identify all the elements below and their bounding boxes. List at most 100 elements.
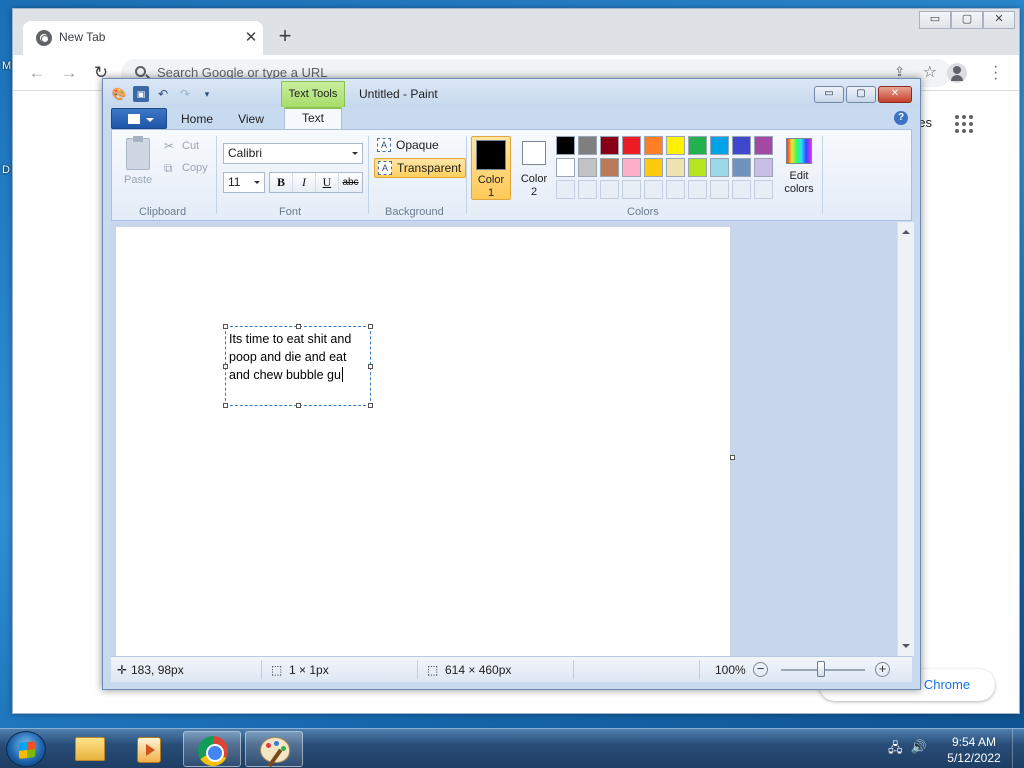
color-1-button[interactable]: Color 1	[471, 136, 511, 200]
vertical-scrollbar[interactable]	[897, 222, 914, 656]
ribbon-tabs: Home View Text ?	[111, 107, 912, 131]
color-2-number: 2	[530, 186, 538, 198]
opaque-option[interactable]: A Opaque	[374, 136, 439, 156]
zoom-in-button[interactable]: +	[875, 662, 890, 677]
text-box[interactable]: Its time to eat shit and poop and die an…	[223, 324, 373, 408]
palette-swatch-empty[interactable]	[666, 180, 685, 199]
taskbar-chrome[interactable]	[183, 731, 241, 767]
clock[interactable]: 9:54 AM 5/12/2022	[944, 734, 1004, 766]
save-icon[interactable]: ▣	[133, 86, 149, 102]
palette-swatch-empty[interactable]	[754, 180, 773, 199]
palette-swatch[interactable]	[710, 158, 729, 177]
cut-icon[interactable]: ✂	[164, 139, 174, 153]
resize-handle[interactable]	[223, 403, 228, 408]
bold-button[interactable]: B	[270, 173, 293, 192]
edit-colors-button[interactable]: Edit colors	[780, 138, 818, 196]
show-desktop-button[interactable]	[1012, 729, 1024, 768]
google-apps-icon[interactable]	[955, 115, 973, 133]
palette-swatch[interactable]	[666, 136, 685, 155]
color-2-button[interactable]: Color 2	[514, 136, 554, 200]
taskbar-paint[interactable]	[245, 731, 303, 767]
resize-handle[interactable]	[296, 324, 301, 329]
palette-swatch[interactable]	[622, 136, 641, 155]
cut-button[interactable]: Cut	[182, 140, 199, 152]
canvas-resize-handle[interactable]	[730, 455, 735, 460]
taskbar-media-player[interactable]	[120, 731, 178, 767]
font-family-select[interactable]: Calibri	[223, 143, 363, 164]
italic-button[interactable]: I	[293, 173, 316, 192]
palette-swatch[interactable]	[732, 136, 751, 155]
undo-icon[interactable]: ↶	[155, 86, 171, 102]
underline-button[interactable]: U	[316, 173, 339, 192]
drawing-canvas[interactable]: Its time to eat shit and poop and die an…	[116, 227, 730, 656]
palette-swatch[interactable]	[556, 136, 575, 155]
palette-swatch[interactable]	[732, 158, 751, 177]
transparent-option[interactable]: A Transparent	[374, 158, 467, 178]
palette-swatch-empty[interactable]	[622, 180, 641, 199]
resize-handle[interactable]	[223, 324, 228, 329]
start-button[interactable]	[6, 731, 46, 767]
profile-avatar-icon[interactable]	[947, 63, 967, 83]
maximize-button[interactable]: ▢	[951, 11, 983, 29]
tab-close-icon[interactable]: ✕	[239, 27, 263, 49]
palette-swatch-empty[interactable]	[556, 180, 575, 199]
palette-swatch[interactable]	[556, 158, 575, 177]
palette-swatch[interactable]	[688, 136, 707, 155]
strikethrough-button[interactable]: abc	[339, 173, 362, 192]
palette-swatch[interactable]	[622, 158, 641, 177]
scroll-down-icon[interactable]	[902, 644, 910, 652]
tab-text[interactable]: Text	[284, 107, 342, 131]
palette-swatch[interactable]	[644, 158, 663, 177]
palette-swatch[interactable]	[578, 158, 597, 177]
palette-swatch[interactable]	[600, 158, 619, 177]
palette-swatch-empty[interactable]	[578, 180, 597, 199]
chrome-menu-icon[interactable]: · · ·	[993, 59, 998, 87]
volume-icon[interactable]: 🔊	[911, 739, 927, 761]
forward-icon[interactable]: →	[57, 61, 81, 85]
font-size-select[interactable]: 11	[223, 172, 265, 193]
help-icon[interactable]: ?	[894, 111, 908, 125]
resize-handle[interactable]	[223, 364, 228, 369]
new-tab-button[interactable]: +	[271, 23, 299, 51]
palette-swatch[interactable]	[600, 136, 619, 155]
close-button[interactable]: ✕	[983, 11, 1015, 29]
palette-swatch[interactable]	[644, 136, 663, 155]
tab-home[interactable]: Home	[171, 110, 223, 130]
palette-swatch[interactable]	[688, 158, 707, 177]
background-group-label: Background	[385, 206, 444, 218]
maximize-button[interactable]: ▢	[846, 86, 876, 103]
palette-swatch[interactable]	[754, 158, 773, 177]
text-box-content[interactable]: Its time to eat shit and poop and die an…	[229, 330, 371, 384]
resize-handle[interactable]	[296, 403, 301, 408]
network-icon[interactable]: 🖧	[888, 739, 903, 761]
tab-view[interactable]: View	[225, 110, 277, 130]
palette-swatch[interactable]	[578, 136, 597, 155]
back-icon[interactable]: ←	[25, 61, 49, 85]
copy-icon[interactable]: ⧉	[164, 161, 173, 176]
palette-swatch-empty[interactable]	[732, 180, 751, 199]
palette-swatch-empty[interactable]	[710, 180, 729, 199]
tab-new-tab[interactable]: New Tab ✕	[23, 21, 263, 55]
resize-handle[interactable]	[368, 324, 373, 329]
resize-handle[interactable]	[368, 403, 373, 408]
bookmark-star-icon[interactable]: ☆	[923, 62, 937, 82]
paint-menu-button[interactable]	[111, 108, 167, 129]
minimize-button[interactable]: ▭	[814, 86, 844, 103]
palette-swatch[interactable]	[754, 136, 773, 155]
palette-swatch[interactable]	[710, 136, 729, 155]
palette-swatch-empty[interactable]	[688, 180, 707, 199]
minimize-button[interactable]: ▭	[919, 11, 951, 29]
taskbar-explorer[interactable]	[60, 731, 118, 767]
palette-swatch[interactable]	[666, 158, 685, 177]
copy-button[interactable]: Copy	[182, 162, 208, 174]
zoom-slider-thumb[interactable]	[817, 661, 825, 677]
close-button[interactable]: ✕	[878, 86, 912, 103]
scroll-up-icon[interactable]	[902, 226, 910, 234]
palette-swatch-empty[interactable]	[600, 180, 619, 199]
palette-swatch-empty[interactable]	[644, 180, 663, 199]
zoom-out-button[interactable]: −	[753, 662, 768, 677]
customize-qat-icon[interactable]: ▾	[199, 86, 215, 102]
redo-icon[interactable]: ↷	[177, 86, 193, 102]
paste-button[interactable]: Paste	[124, 174, 152, 186]
paste-icon[interactable]	[126, 136, 150, 170]
